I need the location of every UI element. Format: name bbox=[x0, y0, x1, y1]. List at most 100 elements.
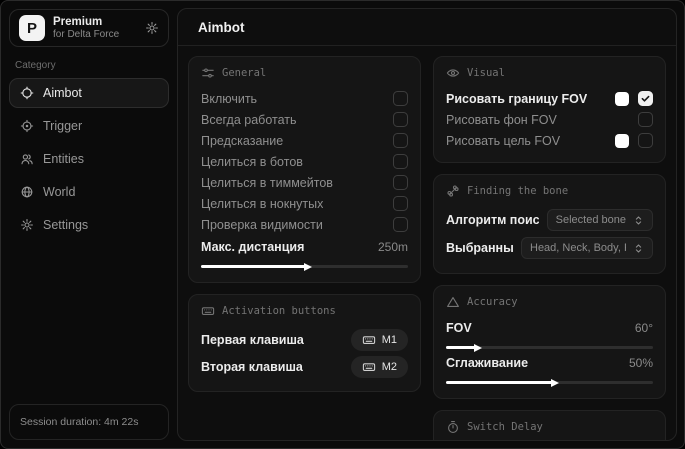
visual-row: Рисовать цель FOV bbox=[446, 130, 653, 151]
slider-setting: FOV 60° bbox=[446, 317, 653, 349]
sidebar-item-label: Trigger bbox=[43, 119, 82, 133]
slider-track[interactable] bbox=[446, 346, 653, 349]
sidebar-item-settings[interactable]: Settings bbox=[9, 210, 169, 240]
keyboard-icon bbox=[362, 360, 376, 374]
category-label: Category bbox=[15, 60, 163, 71]
slider-label: Макс. дистанция bbox=[201, 240, 304, 254]
slider-fill bbox=[201, 265, 307, 268]
setting-row: Предсказание bbox=[201, 130, 408, 151]
keybind-row: Первая клавиша M1 bbox=[201, 326, 408, 353]
visual-row: Рисовать фон FOV bbox=[446, 109, 653, 130]
gear-icon bbox=[20, 218, 34, 232]
select-dropdown[interactable]: Head, Neck, Body, Pe... bbox=[521, 237, 653, 259]
slider-thumb[interactable] bbox=[551, 379, 559, 387]
checkbox[interactable] bbox=[638, 112, 653, 127]
checkbox[interactable] bbox=[393, 112, 408, 127]
slider-value: 50% bbox=[629, 356, 653, 370]
sidebar-item-label: Entities bbox=[43, 152, 84, 166]
visual-label: Рисовать цель FOV bbox=[446, 134, 560, 148]
keybind-button[interactable]: M2 bbox=[351, 356, 408, 378]
keybind-row: Вторая клавиша M2 bbox=[201, 353, 408, 380]
select-dropdown[interactable]: Selected bone bbox=[547, 209, 653, 231]
premium-card: P Premium for Delta Force bbox=[9, 9, 169, 47]
slider-track[interactable] bbox=[201, 265, 408, 268]
left-column: General Включить Всегда работать Предска… bbox=[188, 56, 421, 430]
checkbox[interactable] bbox=[393, 154, 408, 169]
setting-row: Целиться в ботов bbox=[201, 151, 408, 172]
triangle-icon bbox=[446, 295, 460, 309]
keybind-button[interactable]: M1 bbox=[351, 329, 408, 351]
eye-icon bbox=[446, 66, 460, 80]
checkbox[interactable] bbox=[393, 133, 408, 148]
slider-label: FOV bbox=[446, 321, 472, 335]
section-switch-delay: Switch Delay Задержка переключения Задер… bbox=[433, 410, 666, 440]
slider-thumb[interactable] bbox=[304, 263, 312, 271]
checkbox[interactable] bbox=[638, 133, 653, 148]
slider-label: Сглаживание bbox=[446, 356, 528, 370]
section-title: Visual bbox=[467, 67, 505, 79]
section-accuracy: Accuracy FOV 60° Сглаживание 50% bbox=[433, 285, 666, 399]
checkbox[interactable] bbox=[638, 91, 653, 106]
app-window: P Premium for Delta Force Category Aimbo… bbox=[0, 0, 685, 449]
setting-row: Всегда работать bbox=[201, 109, 408, 130]
section-finding-the-bone: Finding the bone Алгоритм поиска кост Se… bbox=[433, 174, 666, 274]
select-value: Head, Neck, Body, Pe... bbox=[530, 242, 626, 254]
target-icon bbox=[20, 119, 34, 133]
checkbox[interactable] bbox=[393, 175, 408, 190]
keyboard-icon bbox=[201, 304, 215, 318]
sidebar: P Premium for Delta Force Category Aimbo… bbox=[1, 1, 177, 448]
select-row: Выбранные кос Head, Neck, Body, Pe... bbox=[446, 234, 653, 262]
visual-label: Рисовать фон FOV bbox=[446, 113, 557, 127]
app-logo: P bbox=[19, 15, 45, 41]
setting-label: Целиться в ботов bbox=[201, 155, 303, 169]
section-title: Switch Delay bbox=[467, 421, 543, 433]
checkbox[interactable] bbox=[393, 217, 408, 232]
slider-value: 250m bbox=[378, 240, 408, 254]
keybind-value: M2 bbox=[382, 361, 397, 373]
setting-label: Включить bbox=[201, 92, 257, 106]
sidebar-item-world[interactable]: World bbox=[9, 177, 169, 207]
section-visual: Visual Рисовать границу FOV Рисовать фон… bbox=[433, 56, 666, 163]
setting-label: Целиться в тиммейтов bbox=[201, 176, 333, 190]
slider-fill bbox=[446, 381, 554, 384]
sidebar-item-label: Settings bbox=[43, 218, 88, 232]
bone-icon bbox=[446, 184, 460, 198]
page-title: Aimbot bbox=[178, 9, 676, 46]
setting-label: Целиться в нокнутых bbox=[201, 197, 323, 211]
section-title: General bbox=[222, 67, 266, 79]
color-swatch[interactable] bbox=[615, 92, 629, 106]
timer-icon bbox=[446, 420, 460, 434]
sidebar-item-aimbot[interactable]: Aimbot bbox=[9, 78, 169, 108]
color-swatch[interactable] bbox=[615, 134, 629, 148]
app-title: Premium bbox=[53, 16, 119, 29]
sidebar-nav: Aimbot Trigger Entities World Settings bbox=[9, 78, 169, 240]
select-label: Алгоритм поиска кост bbox=[446, 213, 539, 227]
entities-icon bbox=[20, 152, 34, 166]
sidebar-item-entities[interactable]: Entities bbox=[9, 144, 169, 174]
checkbox[interactable] bbox=[393, 196, 408, 211]
select-label: Выбранные кос bbox=[446, 241, 513, 255]
sidebar-item-trigger[interactable]: Trigger bbox=[9, 111, 169, 141]
keybind-value: M1 bbox=[382, 334, 397, 346]
gear-icon[interactable] bbox=[145, 21, 159, 35]
sliders-icon bbox=[201, 66, 215, 80]
setting-row: Целиться в нокнутых bbox=[201, 193, 408, 214]
keybind-label: Первая клавиша bbox=[201, 333, 304, 347]
crosshair-icon bbox=[20, 86, 34, 100]
checkbox[interactable] bbox=[393, 91, 408, 106]
keyboard-icon bbox=[362, 333, 376, 347]
sidebar-item-label: Aimbot bbox=[43, 86, 82, 100]
slider-track[interactable] bbox=[446, 381, 653, 384]
setting-row: Целиться в тиммейтов bbox=[201, 172, 408, 193]
unfold-icon bbox=[633, 243, 644, 254]
session-duration: Session duration: 4m 22s bbox=[9, 404, 169, 440]
visual-row: Рисовать границу FOV bbox=[446, 88, 653, 109]
right-column: Visual Рисовать границу FOV Рисовать фон… bbox=[433, 56, 666, 430]
visual-label: Рисовать границу FOV bbox=[446, 92, 587, 106]
slider-fill bbox=[446, 346, 477, 349]
select-value: Selected bone bbox=[556, 214, 626, 226]
slider-thumb[interactable] bbox=[474, 344, 482, 352]
section-activation-buttons: Activation buttons Первая клавиша M1 Вто… bbox=[188, 294, 421, 392]
slider-setting: Сглаживание 50% bbox=[446, 352, 653, 384]
setting-label: Всегда работать bbox=[201, 113, 297, 127]
